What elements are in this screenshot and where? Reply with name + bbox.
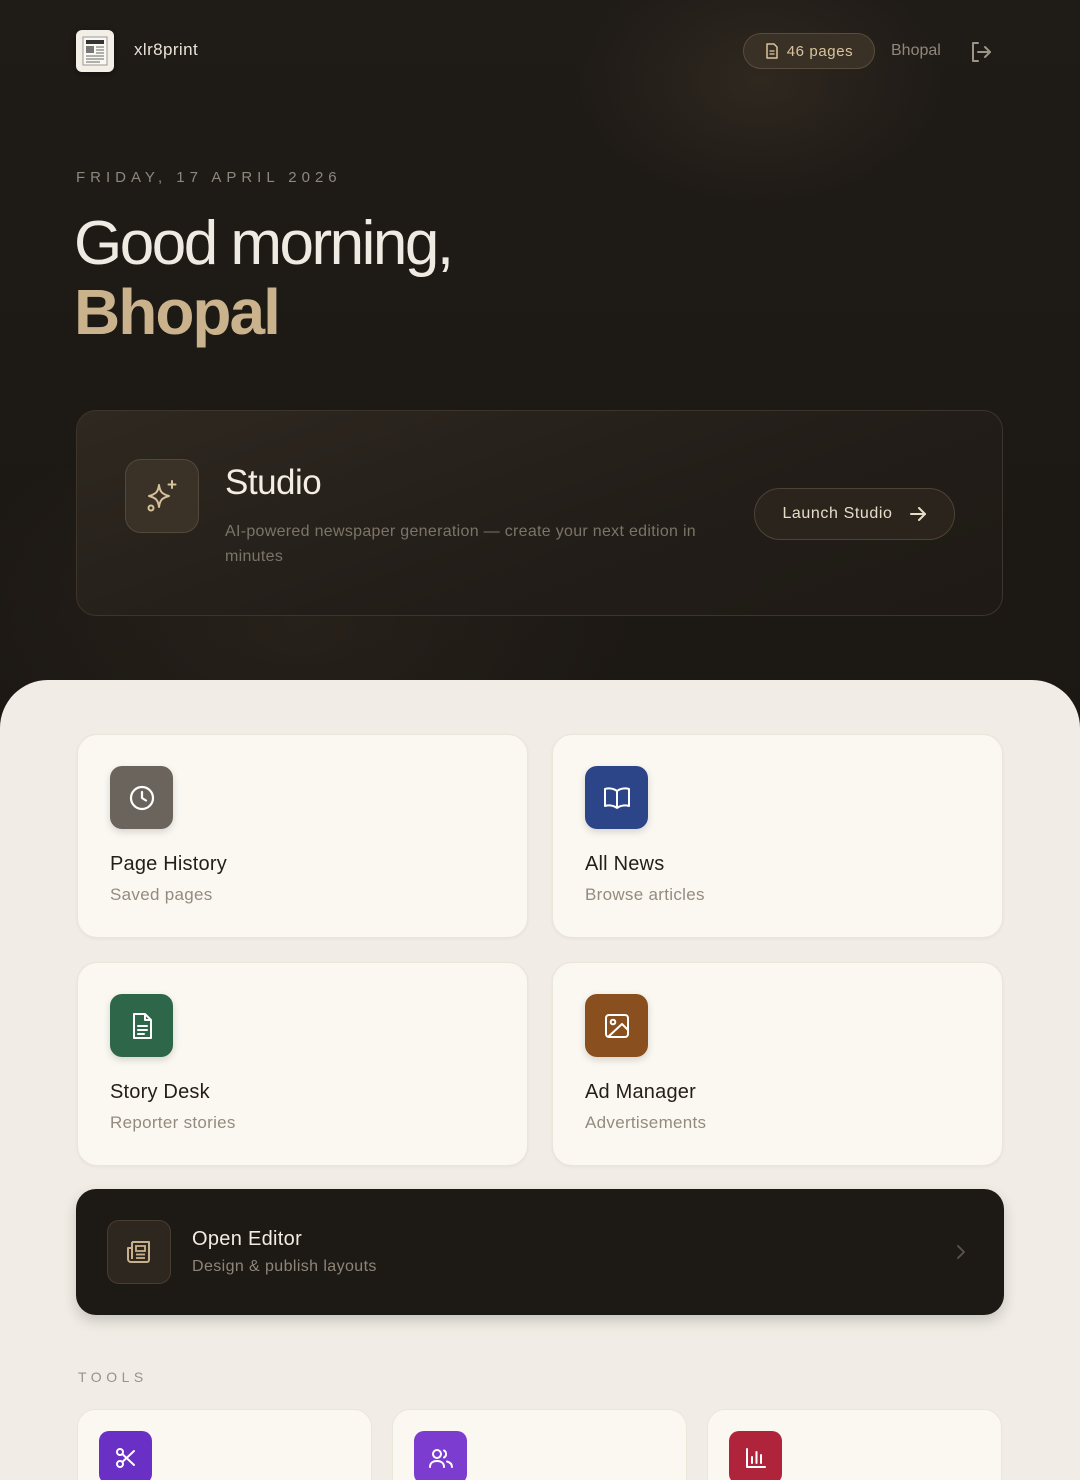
tools-section-label: TOOLS xyxy=(78,1369,148,1385)
page-history-card[interactable]: Page History Saved pages xyxy=(77,734,528,938)
image-icon xyxy=(585,994,648,1057)
card-subtitle: Browse articles xyxy=(585,885,705,904)
logout-icon[interactable] xyxy=(968,39,994,65)
card-subtitle: Advertisements xyxy=(585,1113,707,1132)
date-label: FRIDAY, 17 APRIL 2026 xyxy=(76,169,342,186)
file-text-icon xyxy=(110,994,173,1057)
greeting-name: Bhopal xyxy=(74,276,281,348)
newspaper-icon xyxy=(107,1220,171,1284)
arrow-right-icon xyxy=(909,507,926,521)
brand-name: xlr8print xyxy=(134,40,199,59)
card-subtitle: Reporter stories xyxy=(110,1113,236,1132)
city-label: Bhopal xyxy=(891,42,941,59)
launch-studio-label: Launch Studio xyxy=(782,505,893,522)
story-desk-card[interactable]: Story Desk Reporter stories xyxy=(77,962,528,1166)
clock-icon xyxy=(110,766,173,829)
tool-card-users[interactable] xyxy=(392,1409,687,1480)
greeting-text: Good morning, xyxy=(74,209,454,278)
document-icon xyxy=(765,43,778,59)
sparkles-icon xyxy=(125,459,199,533)
scissors-icon xyxy=(99,1431,152,1480)
tool-card-scissors[interactable] xyxy=(77,1409,372,1480)
studio-title: Studio xyxy=(225,463,322,502)
bar-chart-icon xyxy=(729,1431,782,1480)
open-editor-button[interactable]: Open Editor Design & publish layouts xyxy=(76,1189,1004,1315)
studio-description: AI-powered newspaper generation — create… xyxy=(225,523,697,565)
card-title: Ad Manager xyxy=(585,1081,696,1103)
editor-subtitle: Design & publish layouts xyxy=(192,1258,377,1275)
launch-studio-button[interactable]: Launch Studio xyxy=(754,488,955,540)
hero-section xyxy=(0,0,1080,760)
editor-title: Open Editor xyxy=(192,1228,303,1250)
card-title: Page History xyxy=(110,853,227,875)
chevron-right-icon xyxy=(957,1245,965,1259)
studio-card: Studio AI-powered newspaper generation —… xyxy=(76,410,1003,616)
book-open-icon xyxy=(585,766,648,829)
pages-count-label: 46 pages xyxy=(786,42,854,60)
ad-manager-card[interactable]: Ad Manager Advertisements xyxy=(552,962,1003,1166)
newspaper-logo-icon[interactable] xyxy=(76,30,114,72)
users-icon xyxy=(414,1431,467,1480)
all-news-card[interactable]: All News Browse articles xyxy=(552,734,1003,938)
card-title: Story Desk xyxy=(110,1081,210,1103)
tool-card-bar-chart[interactable] xyxy=(707,1409,1002,1480)
card-title: All News xyxy=(585,853,665,875)
card-subtitle: Saved pages xyxy=(110,885,213,904)
pages-count-badge[interactable]: 46 pages xyxy=(743,33,875,69)
